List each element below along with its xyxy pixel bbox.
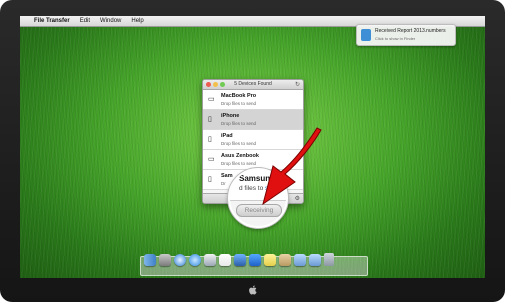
- device-name: MacBook Pro: [221, 93, 257, 99]
- notification-title: Received Report 2013.numbers: [375, 28, 446, 34]
- device-hint: Dr: [221, 181, 226, 186]
- rocket-icon[interactable]: [159, 254, 171, 266]
- globe-icon[interactable]: [189, 254, 201, 266]
- finder-icon[interactable]: [144, 254, 156, 266]
- folder-icon[interactable]: [294, 254, 306, 266]
- laptop-icon: ▭: [208, 96, 215, 103]
- window-titlebar[interactable]: 5 Devices Found ↻: [203, 80, 303, 90]
- phone-icon: ▯: [208, 176, 212, 183]
- calendar-icon[interactable]: [219, 254, 231, 266]
- device-hint: Drop files to send: [221, 161, 257, 166]
- device-hint: Drop files to send: [221, 101, 257, 106]
- notification-subtitle: Click to show in Finder: [375, 36, 416, 41]
- menu-help[interactable]: Help: [131, 18, 143, 24]
- device-name: Asus Zenbook: [221, 153, 259, 159]
- device-name: iPhone: [221, 113, 240, 119]
- window-title: 5 Devices Found: [234, 81, 272, 87]
- photos-icon[interactable]: [234, 254, 246, 266]
- transfer-icon[interactable]: [249, 254, 261, 266]
- trash-icon[interactable]: [324, 253, 334, 266]
- apple-logo-icon: [249, 285, 257, 295]
- device-hint: Drop files to send: [221, 141, 257, 146]
- notes-icon[interactable]: [264, 254, 276, 266]
- downloads-folder-icon[interactable]: [309, 254, 321, 266]
- safari-icon[interactable]: [174, 254, 186, 266]
- refresh-icon[interactable]: ↻: [295, 81, 300, 88]
- dock-icons: [144, 253, 334, 266]
- mail-icon[interactable]: [204, 254, 216, 266]
- menu-file-transfer[interactable]: File Transfer: [34, 18, 70, 24]
- tablet-icon: ▯: [208, 136, 212, 143]
- device-hint: Drop files to send: [221, 121, 257, 126]
- menu-edit[interactable]: Edit: [80, 18, 90, 24]
- numbers-file-icon: [361, 29, 371, 41]
- device-row[interactable]: ▭ MacBook Pro Drop files to send: [203, 90, 303, 110]
- phone-icon: ▯: [208, 116, 212, 123]
- device-name: iPad: [221, 133, 233, 139]
- menu-window[interactable]: Window: [100, 18, 121, 24]
- laptop-icon: ▭: [208, 156, 215, 163]
- desktop-screen: File Transfer Edit Window Help Received …: [20, 16, 485, 278]
- pointer-arrow-icon: [262, 127, 322, 206]
- notification-banner[interactable]: Received Report 2013.numbers Click to sh…: [356, 24, 456, 46]
- document-icon[interactable]: [279, 254, 291, 266]
